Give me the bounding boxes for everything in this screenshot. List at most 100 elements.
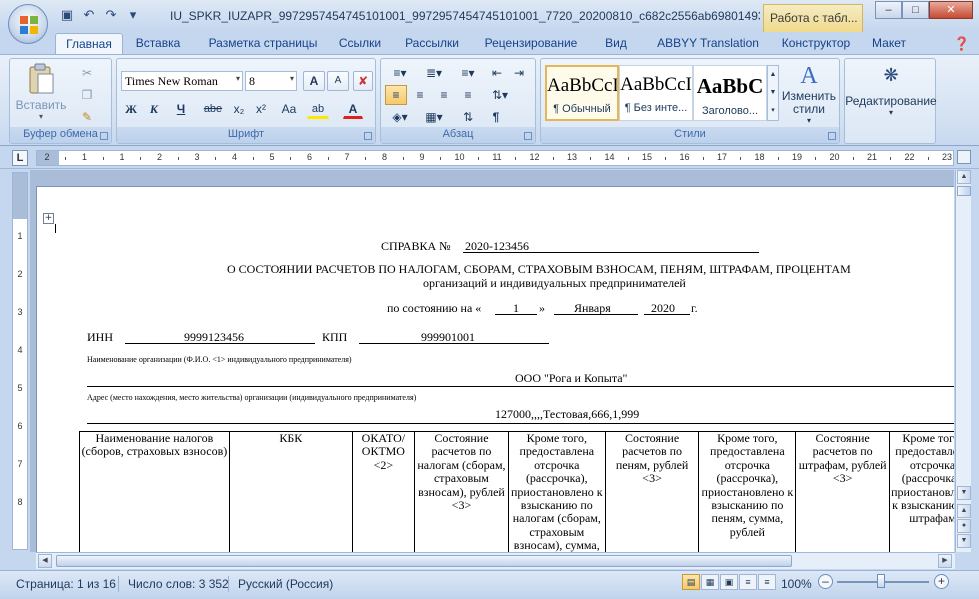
underline-button[interactable]: Ч <box>167 99 195 119</box>
paste-button[interactable]: Вставить ▾ <box>14 63 68 123</box>
vertical-ruler[interactable]: 1 2 3 4 5 6 7 8 <box>12 172 28 550</box>
tab-selector[interactable]: L <box>12 150 28 166</box>
font-name-combo[interactable]: Times New Roman ▾ <box>121 71 243 91</box>
style-no-spacing[interactable]: AaBbCcI ¶ Без инте... <box>619 65 693 121</box>
line-spacing-icon[interactable]: ⇅▾ <box>485 85 515 105</box>
document-page[interactable]: + СПРАВКА № 2020-123456 О СОСТОЯНИИ РАСЧ… <box>36 186 954 552</box>
styles-scroll[interactable]: ▲ ▼ ▾ <box>767 65 779 121</box>
document-area[interactable]: + СПРАВКА № 2020-123456 О СОСТОЯНИИ РАСЧ… <box>30 170 954 552</box>
customize-icon[interactable]: ▾ <box>124 6 142 24</box>
tab-layout[interactable]: Макет <box>864 33 914 54</box>
align-right-icon[interactable]: ≡ <box>433 85 455 105</box>
date-month[interactable]: Января <box>574 301 611 316</box>
header-cell[interactable]: Кроме того, предоставлена отсрочка (расс… <box>698 431 797 552</box>
justify-icon[interactable]: ≡ <box>457 85 479 105</box>
zoom-level[interactable]: 100% <box>781 575 812 593</box>
header-cell[interactable]: Кроме того, предоставлена отсрочка (расс… <box>507 431 606 552</box>
tab-page-layout[interactable]: Разметка страницы <box>198 33 328 54</box>
cert-number[interactable]: 2020-123456 <box>465 239 529 254</box>
dialog-launcher-icon[interactable] <box>524 132 532 140</box>
decrease-indent-icon[interactable]: ⇤ <box>487 63 507 83</box>
header-cell[interactable]: Состояние расчетов по налогам (сборам, с… <box>414 431 509 552</box>
font-color-button[interactable]: A <box>343 99 363 119</box>
page-count[interactable]: Страница: 1 из 16 <box>16 575 116 593</box>
header-cell[interactable]: КБК <box>228 431 353 552</box>
editing-button[interactable]: ❋ Редактирование ▾ <box>845 65 937 117</box>
next-page-icon[interactable]: ▼ <box>957 534 971 548</box>
kpp-value[interactable]: 999901001 <box>421 330 475 345</box>
scroll-up-icon[interactable]: ▲ <box>957 170 971 184</box>
outline-icon[interactable]: ≡ <box>739 574 757 590</box>
increase-indent-icon[interactable]: ⇥ <box>509 63 529 83</box>
date-year[interactable]: 2020 <box>651 301 675 316</box>
format-painter-icon[interactable]: ✎ <box>76 107 98 127</box>
tab-home[interactable]: Главная <box>55 33 123 54</box>
show-marks-button[interactable]: ¶ <box>485 107 507 127</box>
full-screen-reading-icon[interactable]: ▦ <box>701 574 719 590</box>
clear-format-icon[interactable]: ✘ <box>353 71 373 91</box>
header-cell[interactable]: ОКАТО/ ОКТМО <2> <box>351 431 416 552</box>
draft-icon[interactable]: ≡ <box>758 574 776 590</box>
copy-icon[interactable]: ❐ <box>76 85 98 105</box>
horizontal-ruler[interactable]: 2 1 1 2 3 4 5 6 7 8 9 10 11 12 13 14 15 16 17 18 19 20 21 22 23 <box>36 150 954 166</box>
tab-design[interactable]: Конструктор <box>770 33 862 54</box>
print-layout-icon[interactable]: ▤ <box>682 574 700 590</box>
scroll-left-icon[interactable]: ◀ <box>38 554 52 568</box>
strikethrough-button[interactable]: abe <box>201 99 225 119</box>
header-cell[interactable]: Кроме того, предоставлена отсрочка (расс… <box>889 431 954 552</box>
maximize-button[interactable]: □ <box>902 1 929 19</box>
zoom-out-icon[interactable]: – <box>818 574 833 589</box>
sort-icon[interactable]: ⇅ <box>457 107 479 127</box>
subscript-button[interactable]: x₂ <box>229 99 249 119</box>
style-heading1[interactable]: AaBbC Заголово... <box>693 65 767 121</box>
dialog-launcher-icon[interactable] <box>364 132 372 140</box>
scroll-thumb[interactable] <box>957 186 971 196</box>
report-table[interactable]: Наименование налогов (сборов, страховых … <box>79 431 954 552</box>
office-button[interactable] <box>8 4 48 44</box>
bold-button[interactable]: Ж <box>121 99 141 119</box>
inn-value[interactable]: 9999123456 <box>184 330 244 345</box>
dialog-launcher-icon[interactable] <box>828 132 836 140</box>
context-tab-table-tools[interactable]: Работа с табл... <box>763 4 863 32</box>
zoom-in-icon[interactable]: + <box>934 574 949 589</box>
cut-icon[interactable]: ✂ <box>76 63 98 83</box>
tab-review[interactable]: Рецензирование <box>478 33 584 54</box>
font-size-combo[interactable]: 8 ▾ <box>245 71 297 91</box>
superscript-button[interactable]: x² <box>251 99 271 119</box>
italic-button[interactable]: К <box>144 99 164 119</box>
zoom-slider-thumb[interactable] <box>877 574 885 588</box>
browse-object-icon[interactable]: ● <box>957 519 971 533</box>
prev-page-icon[interactable]: ▲ <box>957 504 971 518</box>
numbering-icon[interactable]: ≣▾ <box>419 63 449 83</box>
shading-icon[interactable]: ◈▾ <box>385 107 415 127</box>
tab-mailings[interactable]: Рассылки <box>398 33 466 54</box>
highlight-button[interactable]: ab <box>307 99 329 119</box>
word-count[interactable]: Число слов: 3 352 <box>128 575 229 593</box>
redo-icon[interactable]: ↷ <box>102 6 120 24</box>
save-icon[interactable]: ▣ <box>58 6 76 24</box>
close-button[interactable]: ✕ <box>929 1 973 19</box>
multilevel-list-icon[interactable]: ≡▾ <box>453 63 483 83</box>
tab-insert[interactable]: Вставка <box>128 33 188 54</box>
language[interactable]: Русский (Россия) <box>238 575 333 593</box>
web-layout-icon[interactable]: ▣ <box>720 574 738 590</box>
align-center-icon[interactable]: ≡ <box>409 85 431 105</box>
scroll-thumb[interactable] <box>56 555 792 567</box>
header-cell[interactable]: Состояние расчетов по штрафам, рублей <3… <box>795 431 891 552</box>
change-styles-button[interactable]: A Изменить стили ▾ <box>781 63 837 125</box>
change-case-button[interactable]: Aa <box>275 99 303 119</box>
horizontal-scrollbar[interactable]: ◀ ▶ <box>36 552 955 569</box>
header-cell[interactable]: Наименование налогов (сборов, страховых … <box>79 431 230 552</box>
scroll-right-icon[interactable]: ▶ <box>938 554 952 568</box>
scroll-down-icon[interactable]: ▼ <box>957 486 971 500</box>
style-normal[interactable]: AaBbCcI ¶ Обычный <box>545 65 619 121</box>
dialog-launcher-icon[interactable] <box>100 132 108 140</box>
minimize-button[interactable]: – <box>875 1 902 19</box>
align-left-icon[interactable]: ≡ <box>385 85 407 105</box>
tab-view[interactable]: Вид <box>598 33 634 54</box>
undo-icon[interactable]: ↶ <box>80 6 98 24</box>
tab-references[interactable]: Ссылки <box>332 33 388 54</box>
help-icon[interactable]: ❓ <box>952 33 972 54</box>
tab-abbyy[interactable]: ABBYY Translation <box>645 33 771 54</box>
shrink-font-button[interactable]: A <box>327 71 349 91</box>
